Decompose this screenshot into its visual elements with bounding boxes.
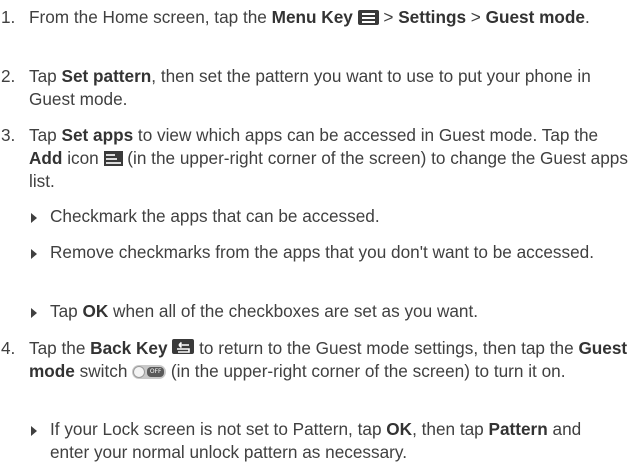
- set-apps-label: Set apps: [61, 125, 134, 145]
- step-text: >: [466, 7, 486, 27]
- step-text: >: [378, 7, 399, 27]
- toggle-knob: [133, 366, 146, 378]
- set-pattern-label: Set pattern: [61, 66, 152, 86]
- back-key-icon: [172, 339, 195, 354]
- settings-label: Settings: [398, 7, 467, 27]
- step-text: switch: [74, 361, 133, 381]
- add-label: Add: [29, 148, 63, 168]
- step-1: 1. From the Home screen, tap the Menu Ke…: [0, 6, 629, 29]
- bullet-triangle-icon: [31, 308, 37, 318]
- step-text: icon: [62, 148, 104, 168]
- step-3: 3. Tap Set apps to view which apps can b…: [0, 124, 629, 193]
- step-text: Tap the: [29, 338, 91, 358]
- step-number: 3.: [1, 125, 16, 145]
- step-3-bullet-3: Tap OK when all of the checkboxes are se…: [0, 300, 620, 323]
- bullet-triangle-icon: [31, 249, 37, 259]
- bullet-text: Tap: [50, 301, 83, 321]
- step-text: Tap: [29, 125, 62, 145]
- step-text: to return to the Guest mode settings, th…: [194, 338, 579, 358]
- step-2: 2. Tap Set pattern, then set the pattern…: [0, 65, 629, 111]
- menu-key-icon: [357, 10, 379, 25]
- ok-label: OK: [386, 419, 413, 439]
- guest-mode-label: Guest mode: [485, 7, 585, 27]
- step-text: to view which apps can be accessed in Gu…: [133, 125, 599, 145]
- step-3-bullet-2: Remove checkmarks from the apps that you…: [0, 241, 620, 264]
- toggle-switch-icon: OFF: [132, 365, 167, 379]
- step-text: (in the upper-right corner of the screen…: [166, 361, 566, 381]
- bullet-text: Checkmark the apps that can be accessed.: [50, 206, 380, 226]
- step-number: 2.: [1, 66, 16, 86]
- bullet-text: If your Lock screen is not set to Patter…: [50, 419, 387, 439]
- bullet-text: , then tap: [412, 419, 489, 439]
- bullet-text: when all of the checkboxes are set as yo…: [108, 301, 479, 321]
- toggle-off-label: OFF: [147, 367, 165, 377]
- menu-key-label: Menu Key: [271, 7, 353, 27]
- bullet-triangle-icon: [31, 213, 37, 223]
- step-number: 1.: [1, 7, 16, 27]
- ok-label: OK: [82, 301, 109, 321]
- add-icon: [103, 151, 123, 166]
- step-text: .: [584, 7, 590, 27]
- step-text: Tap: [29, 66, 62, 86]
- step-4-bullet-1: If your Lock screen is not set to Patter…: [0, 418, 620, 464]
- back-key-label: Back Key: [90, 338, 168, 358]
- pattern-label: Pattern: [488, 419, 548, 439]
- bullet-text: Remove checkmarks from the apps that you…: [50, 242, 595, 262]
- step-text: From the Home screen, tap the: [29, 7, 272, 27]
- step-4: 4. Tap the Back Key to return to the Gue…: [0, 337, 629, 383]
- step-number: 4.: [1, 338, 16, 358]
- bullet-triangle-icon: [31, 426, 37, 436]
- step-3-bullet-1: Checkmark the apps that can be accessed.: [0, 205, 620, 228]
